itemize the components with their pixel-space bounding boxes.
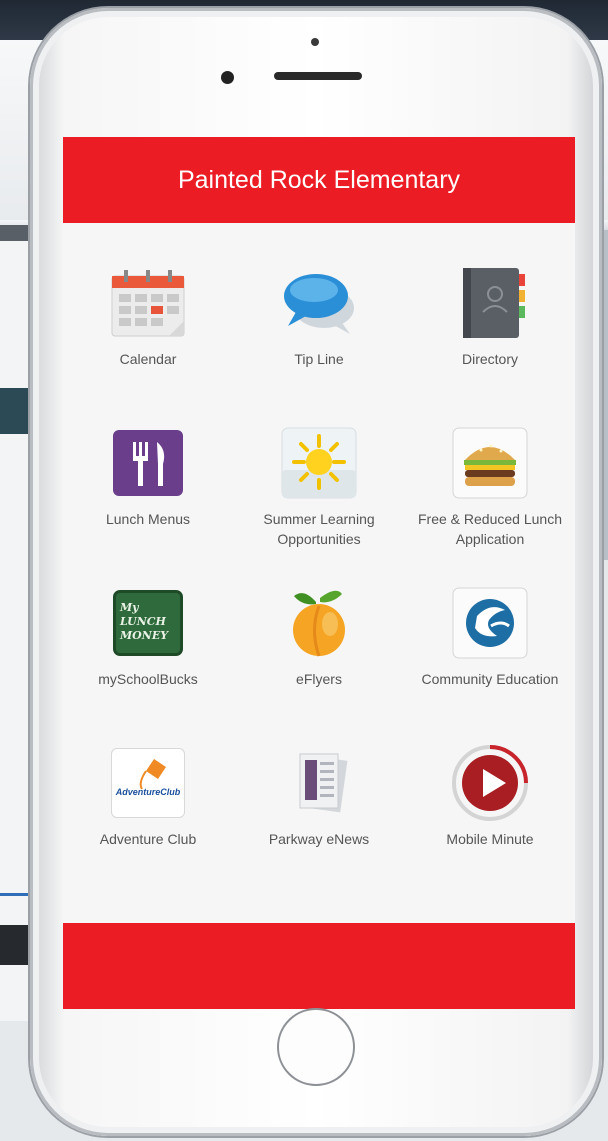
newspaper-icon [279,743,359,823]
calendar-icon [108,263,188,343]
app-footer-bar [63,923,575,1009]
adventure-club-logo-icon: AdventureClub [108,743,188,823]
tile-label: mySchoolBucks [98,671,198,687]
app-screen: Painted Rock Elementary Calendar Tip Lin… [63,137,575,1009]
tile-lunch-menus[interactable]: Lunch Menus [63,423,233,529]
app-header: Painted Rock Elementary [63,137,575,223]
adventure-club-text: AdventureClub [115,787,181,797]
peach-icon [279,583,359,663]
sun-icon [279,423,359,503]
tile-myschoolbucks[interactable]: My LUNCH MONEY mySchoolBucks [63,583,233,689]
tile-directory[interactable]: Directory [405,263,575,369]
play-button-icon [450,743,530,823]
front-camera [221,71,234,84]
lunch-money-logo: My LUNCH MONEY [113,590,183,656]
home-button[interactable] [277,1008,355,1086]
earpiece-speaker [274,72,362,80]
tile-mobile-minute[interactable]: Mobile Minute [405,743,575,849]
sensor [311,38,319,46]
tile-label: Mobile Minute [446,831,534,847]
tile-tip-line[interactable]: Tip Line [234,263,404,369]
app-title: Painted Rock Elementary [177,165,461,194]
tile-calendar[interactable]: Calendar [63,263,233,369]
tile-community-education[interactable]: Community Education [405,583,575,689]
tile-label: Tip Line [294,351,344,367]
fork-knife-icon [108,423,188,503]
tile-label: Directory [461,351,518,367]
tile-label: Summer Learning Opportunities [263,511,375,547]
burger-icon [450,423,530,503]
tile-label: eFlyers [296,671,342,687]
phone-frame: Painted Rock Elementary Calendar Tip Lin… [30,8,602,1136]
tile-label: Parkway eNews [268,831,370,847]
tile-label: Adventure Club [99,831,197,847]
speech-bubbles-icon [279,263,359,343]
tile-parkway-enews[interactable]: Parkway eNews [234,743,404,849]
lunch-money-chalkboard-icon: My LUNCH MONEY [108,583,188,663]
tile-label: Free & Reduced Lunch Application [418,511,562,547]
community-education-logo-icon [450,583,530,663]
lunch-money-text: My LUNCH MONEY [120,601,169,642]
tile-label: Lunch Menus [105,511,191,527]
tile-summer-learning[interactable]: Summer Learning Opportunities [234,423,404,549]
tile-label: Community Education [421,671,559,687]
tile-label: Calendar [119,351,177,367]
tile-eflyers[interactable]: eFlyers [234,583,404,689]
tile-free-reduced-lunch[interactable]: Free & Reduced Lunch Application [405,423,575,549]
tile-adventure-club[interactable]: AdventureClub Adventure Club [63,743,233,849]
address-book-icon [450,263,530,343]
